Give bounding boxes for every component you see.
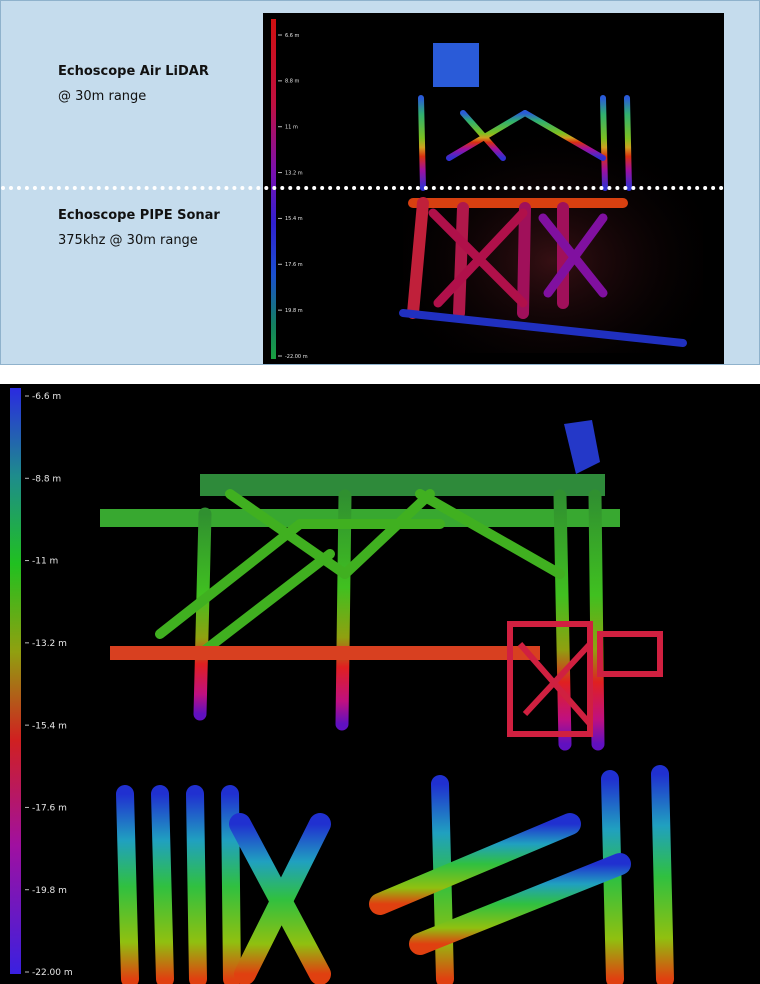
comparison-panel: Echoscope Air LiDAR @ 30m range Echoscop…: [0, 0, 760, 365]
top-depth-scale: 6.6 m 8.8 m 11 m 13.2 m 15.4 m 17.6 m 19.8 m -2…: [278, 33, 308, 360]
sonar-subtitle: 375khz @ 30m range: [58, 233, 198, 248]
bottom-scale-tick-label: -11 m: [32, 557, 58, 567]
bottom-depth-scale-bar: [10, 388, 21, 974]
bottom-point-cloud-image: -6.6 m -8.8 m -11 m -13.2 m -15.4 m -17.6 m -1…: [0, 384, 760, 984]
bottom-scale-tick-label: -15.4 m: [32, 721, 67, 731]
top-scale-tick-label: 13.2 m: [285, 170, 303, 176]
sonar-label: Echoscope PIPE Sonar 375khz @ 30m range: [58, 208, 220, 248]
top-scale-tick-label: 19.8 m: [285, 308, 303, 314]
bottom-upper-structure: [100, 420, 663, 751]
bottom-depth-scale: -6.6 m -8.8 m -11 m -13.2 m -15.4 m -17.6 m -1…: [25, 392, 73, 978]
top-scale-tick-label: 6.6 m: [285, 33, 300, 39]
bottom-lower-structure: [116, 765, 674, 984]
top-scale-tick-label: 8.8 m: [285, 79, 300, 85]
bottom-scale-tick-label: -6.6 m: [32, 392, 61, 402]
bottom-scale-tick-label: -8.8 m: [32, 474, 61, 484]
top-scale-tick-label: 11 m: [285, 124, 298, 130]
top-scale-tick-label: -22.00 m: [285, 354, 308, 360]
sonar-title: Echoscope PIPE Sonar: [58, 208, 220, 223]
lidar-title: Echoscope Air LiDAR: [58, 64, 209, 79]
range-divider-line: [1, 186, 724, 190]
top-scale-tick-label: 15.4 m: [285, 216, 303, 222]
bottom-scale-tick-label: -13.2 m: [32, 639, 67, 649]
bottom-scale-tick-label: -19.8 m: [32, 886, 67, 896]
bottom-scale-tick-label: -17.6 m: [32, 804, 67, 814]
top-scale-tick-label: 17.6 m: [285, 262, 303, 268]
bottom-scale-tick-label: -22.00 m: [32, 968, 73, 978]
lidar-subtitle: @ 30m range: [58, 89, 147, 104]
lidar-label: Echoscope Air LiDAR @ 30m range: [58, 64, 209, 104]
